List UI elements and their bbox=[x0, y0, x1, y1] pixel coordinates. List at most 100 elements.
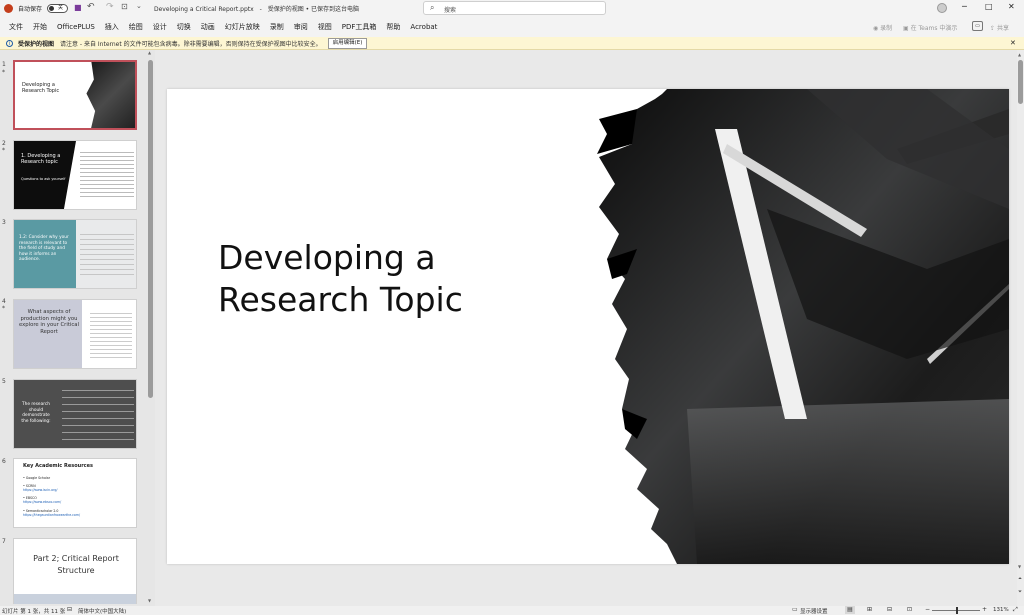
zoom-level[interactable]: 131% bbox=[993, 607, 1009, 613]
undo-icon[interactable]: ↶ bbox=[87, 2, 95, 12]
scroll-up-icon[interactable]: ▲ bbox=[148, 50, 151, 55]
save-icon[interactable]: ■ bbox=[74, 3, 82, 12]
slide-sorter-icon[interactable]: ⊞ bbox=[867, 606, 872, 613]
enable-editing-button[interactable]: 启用编辑(E) bbox=[327, 37, 368, 49]
menu-record[interactable]: 录制 bbox=[265, 17, 289, 37]
menu-help[interactable]: 帮助 bbox=[381, 17, 405, 37]
slide-thumbnail-2[interactable]: 1. Developing a Research topic Questions… bbox=[13, 140, 137, 210]
menu-slideshow[interactable]: 幻灯片放映 bbox=[220, 17, 265, 37]
thumb-number: 4 bbox=[2, 298, 6, 305]
scroll-up-icon[interactable]: ▲ bbox=[1018, 52, 1021, 57]
scroll-down-icon[interactable]: ▼ bbox=[148, 598, 151, 603]
share-button[interactable]: ⇪ 共享 bbox=[990, 23, 1009, 32]
thumb-image bbox=[86, 62, 135, 128]
thumb-number: 3 bbox=[2, 219, 6, 226]
menu-view[interactable]: 视图 bbox=[313, 17, 337, 37]
record-button[interactable]: ◉ 录制 bbox=[873, 23, 892, 32]
slideshow-icon[interactable]: ⊡ bbox=[907, 606, 912, 613]
menu-design[interactable]: 设计 bbox=[148, 17, 172, 37]
normal-view-icon[interactable]: ▤ bbox=[845, 606, 855, 614]
current-slide[interactable]: Developing a Research Topic bbox=[167, 89, 1009, 564]
thumb-wave bbox=[14, 594, 136, 604]
zoom-slider[interactable] bbox=[932, 607, 980, 614]
zoom-in-icon[interactable]: + bbox=[982, 606, 987, 613]
thumb-title: Developing a Research Topic bbox=[22, 82, 60, 94]
search-box[interactable]: ⌕ 搜索 bbox=[423, 1, 606, 15]
reading-view-icon[interactable]: ⊟ bbox=[887, 606, 892, 613]
search-placeholder: 搜索 bbox=[444, 7, 457, 14]
maximize-icon[interactable]: □ bbox=[985, 2, 993, 11]
close-icon[interactable]: ✕ bbox=[1008, 2, 1015, 11]
search-icon: ⌕ bbox=[430, 3, 435, 12]
user-avatar[interactable] bbox=[937, 3, 947, 13]
teams-present-button[interactable]: ▣ 在 Teams 中演示 bbox=[903, 23, 957, 32]
thumb-title: The research should demonstrate the foll… bbox=[21, 402, 51, 424]
customize-toolbar-icon[interactable]: ⌄ bbox=[136, 2, 142, 10]
powerpoint-logo-icon bbox=[4, 4, 13, 13]
slide-thumbnail-4[interactable]: What aspects of production might you exp… bbox=[13, 299, 137, 369]
status-bar: 幻灯片 第 1 张，共 11 张 ⊟ 简体中文(中国大陆) ▭ 显示器设置 ▤ … bbox=[0, 606, 1024, 615]
thumbnail-scroll-thumb[interactable] bbox=[148, 60, 153, 398]
menu-draw[interactable]: 绘图 bbox=[124, 17, 148, 37]
thumb-bullets bbox=[90, 310, 132, 360]
thumb-title: 1. Developing a Research topic bbox=[21, 153, 61, 165]
ribbon-menu: 文件 开始 OfficePLUS 插入 绘图 设计 切换 动画 幻灯片放映 录制… bbox=[0, 17, 1024, 37]
thumb-dark-panel bbox=[14, 141, 76, 209]
slide-thumbnail-3[interactable]: 1.2: Consider why your research is relev… bbox=[13, 219, 137, 289]
thumb-number: 6 bbox=[2, 458, 6, 465]
slide-thumbnail-pane: 1 * Developing a Research Topic 2 * 1. D… bbox=[0, 50, 146, 606]
menu-home[interactable]: 开始 bbox=[28, 17, 52, 37]
thumb-number: 1 bbox=[2, 61, 6, 68]
menu-transitions[interactable]: 切换 bbox=[172, 17, 196, 37]
record-label: 录制 bbox=[880, 25, 893, 32]
thumb-number: 2 bbox=[2, 140, 6, 147]
thumbnail-scrollbar[interactable]: ▲ ▼ bbox=[148, 50, 153, 604]
present-icon[interactable]: ⊡ bbox=[121, 2, 128, 11]
menu-file[interactable]: 文件 bbox=[4, 17, 28, 37]
slide-scrollbar[interactable]: ▲ ▼ ⏶ ⏷ bbox=[1017, 50, 1024, 606]
display-settings-icon[interactable]: ▭ bbox=[792, 606, 798, 613]
thumb-bullets bbox=[80, 230, 134, 275]
thumb-number: 7 bbox=[2, 538, 6, 545]
autosave-state: 关 bbox=[58, 5, 64, 11]
menu-officeplus[interactable]: OfficePLUS bbox=[52, 17, 100, 37]
slide-thumbnail-1[interactable]: Developing a Research Topic bbox=[13, 60, 137, 130]
minimize-icon[interactable]: ─ bbox=[962, 2, 967, 11]
previous-slide-icon[interactable]: ⏶ bbox=[1018, 576, 1022, 582]
zoom-out-icon[interactable]: − bbox=[925, 606, 930, 613]
star-icon: * bbox=[2, 69, 5, 76]
autosave-toggle[interactable]: 关 bbox=[47, 4, 68, 13]
view-state: 受保护的视图 • 已保存到这台电脑 bbox=[267, 6, 360, 13]
zoom-slider-handle[interactable] bbox=[956, 607, 958, 614]
redo-icon[interactable]: ↷ bbox=[106, 2, 114, 12]
comments-icon[interactable]: ▭ bbox=[972, 21, 983, 31]
window-title: Developing a Critical Report.pptx - 受保护的… bbox=[154, 6, 360, 13]
slide-scroll-thumb[interactable] bbox=[1018, 60, 1023, 104]
protected-view-title: 受保护的视图 bbox=[18, 40, 55, 48]
thumb-title: Key Academic Resources bbox=[23, 463, 93, 469]
star-icon: * bbox=[2, 147, 5, 154]
menu-animations[interactable]: 动画 bbox=[196, 17, 220, 37]
display-settings-label[interactable]: 显示器设置 bbox=[800, 607, 828, 615]
thumb-title: Part 2; Critical Report Structure bbox=[33, 554, 119, 575]
scroll-down-icon[interactable]: ▼ bbox=[1018, 564, 1021, 569]
thumb-bullets bbox=[80, 149, 134, 199]
slide-thumbnail-5[interactable]: The research should demonstrate the foll… bbox=[13, 379, 137, 449]
slide-thumbnail-7[interactable]: Part 2; Critical Report Structure bbox=[13, 538, 137, 604]
menu-acrobat[interactable]: Acrobat bbox=[405, 17, 442, 37]
spelling-icon[interactable]: ⊟ bbox=[67, 606, 72, 613]
menu-pdf-tools[interactable]: PDF工具箱 bbox=[337, 17, 382, 37]
menu-insert[interactable]: 插入 bbox=[100, 17, 124, 37]
fit-slide-icon[interactable]: ⤢ bbox=[1013, 606, 1018, 614]
title-bar: 自动保存 关 ■ ↶ ↷ ⊡ ⌄ Developing a Critical R… bbox=[0, 0, 1024, 17]
slide-thumbnail-6[interactable]: Key Academic Resources • Google Scholar … bbox=[13, 458, 137, 528]
slide-counter: 幻灯片 第 1 张，共 11 张 bbox=[2, 609, 66, 615]
next-slide-icon[interactable]: ⏷ bbox=[1018, 589, 1022, 595]
close-infobar-icon[interactable]: ✕ bbox=[1010, 39, 1016, 47]
share-label: 共享 bbox=[996, 25, 1009, 32]
slide-architecture-image[interactable] bbox=[167, 89, 1009, 564]
thumb-link: https://www.iscin.org/ bbox=[23, 488, 58, 492]
language-label[interactable]: 简体中文(中国大陆) bbox=[78, 607, 126, 615]
menu-review[interactable]: 审阅 bbox=[289, 17, 313, 37]
thumb-link: https://thegaurdianfrowearthe.com/ bbox=[23, 513, 81, 517]
